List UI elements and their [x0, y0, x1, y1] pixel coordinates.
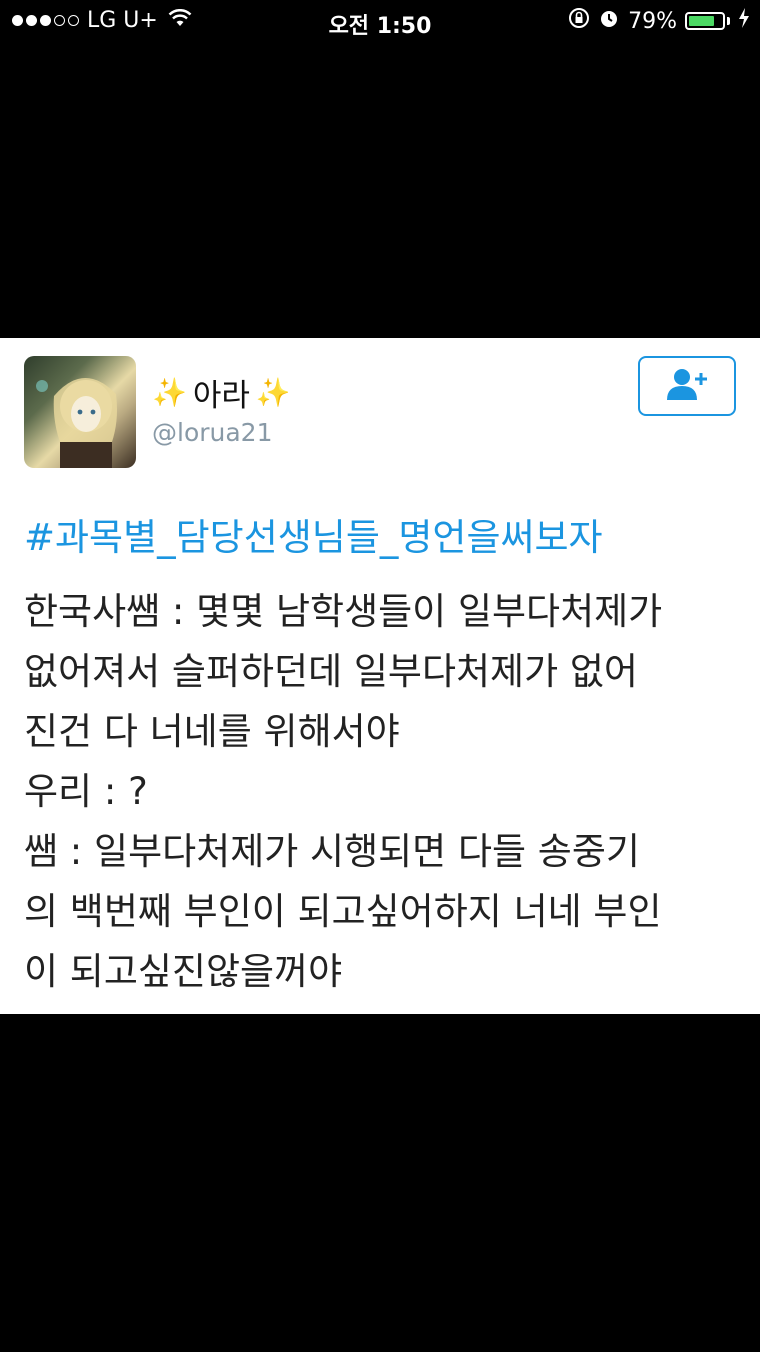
tweet-line: 이 되고싶진않을꺼야	[24, 950, 343, 993]
battery-icon	[685, 12, 725, 30]
avatar[interactable]	[24, 356, 136, 468]
charging-bolt-icon	[738, 8, 750, 34]
tweet-card: ✨ 아라 ✨ @lorua21 #과목별_담당선생님들_명언을써보자 한국사쌤 …	[0, 338, 760, 1014]
sparkles-icon: ✨	[255, 376, 291, 409]
rotation-lock-icon	[568, 7, 590, 35]
status-right: 79%	[568, 7, 750, 35]
tweet-line: 쌤 : 일부다처제가 시행되면 다들 송중기	[24, 830, 640, 873]
tweet-line: 한국사쌤 : 몇몇 남학생들이 일부다처제가	[24, 590, 663, 633]
battery-percent: 79%	[628, 8, 677, 34]
tweet-line: 의 백번째 부인이 되고싶어하지 너네 부인	[24, 890, 662, 933]
status-bar: LG U+ 오전 1:50 79%	[0, 0, 760, 40]
tweet-line: 우리 : ?	[24, 770, 148, 813]
add-user-icon	[665, 366, 709, 406]
tweet-line: 없어져서 슬퍼하던데 일부다처제가 없어	[24, 650, 638, 693]
follow-button[interactable]	[638, 356, 736, 416]
sparkles-icon: ✨	[152, 376, 187, 409]
tweet-body: #과목별_담당선생님들_명언을써보자 한국사쌤 : 몇몇 남학생들이 일부다처제…	[24, 508, 736, 1002]
hashtag-link[interactable]: #과목별_담당선생님들_명언을써보자	[24, 508, 736, 568]
user-handle: @lorua21	[152, 418, 273, 447]
alarm-icon	[598, 7, 620, 35]
display-name-text: 아라	[192, 378, 250, 414]
battery-tip	[727, 17, 730, 25]
display-name: ✨ 아라 ✨	[152, 370, 291, 415]
tweet-line: 진건 다 너네를 위해서야	[24, 710, 400, 753]
